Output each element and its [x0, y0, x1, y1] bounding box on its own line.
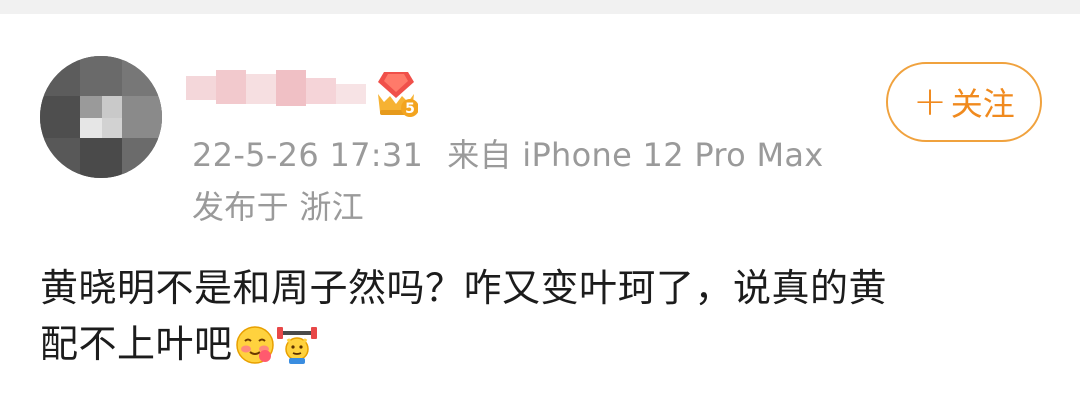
- post-text-line-2-text: 配不上叶吧: [40, 322, 233, 366]
- follow-button[interactable]: + 关注: [886, 62, 1042, 142]
- post-text-line-1: 黄晓明不是和周子然吗？咋又变叶珂了，说真的黄: [40, 266, 888, 310]
- top-divider: [0, 0, 1080, 14]
- post-time: 22-5-26 17:31: [192, 136, 424, 174]
- blushing-face-icon: [235, 326, 274, 364]
- plus-icon: +: [913, 79, 947, 125]
- post-location: 发布于 浙江: [192, 188, 364, 226]
- weibo-post-card: 5 22-5-26 17:31 来自 iPhone 12 Pro Max 发布于 …: [0, 14, 1080, 411]
- vip-level-badge-icon: 5: [378, 72, 418, 117]
- username-mosaic[interactable]: [186, 70, 376, 110]
- follow-label: 关注: [950, 85, 1015, 123]
- post-source[interactable]: 来自 iPhone 12 Pro Max: [447, 136, 823, 174]
- post-content: 黄晓明不是和周子然吗？咋又变叶珂了，说真的黄 配不上叶吧: [40, 260, 1040, 372]
- post-text-line-2: 配不上叶吧: [40, 316, 1040, 372]
- badge-level-text: 5: [405, 101, 415, 117]
- avatar[interactable]: [40, 56, 162, 178]
- post-meta-time-source: 22-5-26 17:31 来自 iPhone 12 Pro Max: [192, 130, 824, 176]
- weightlifting-icon: [276, 327, 317, 364]
